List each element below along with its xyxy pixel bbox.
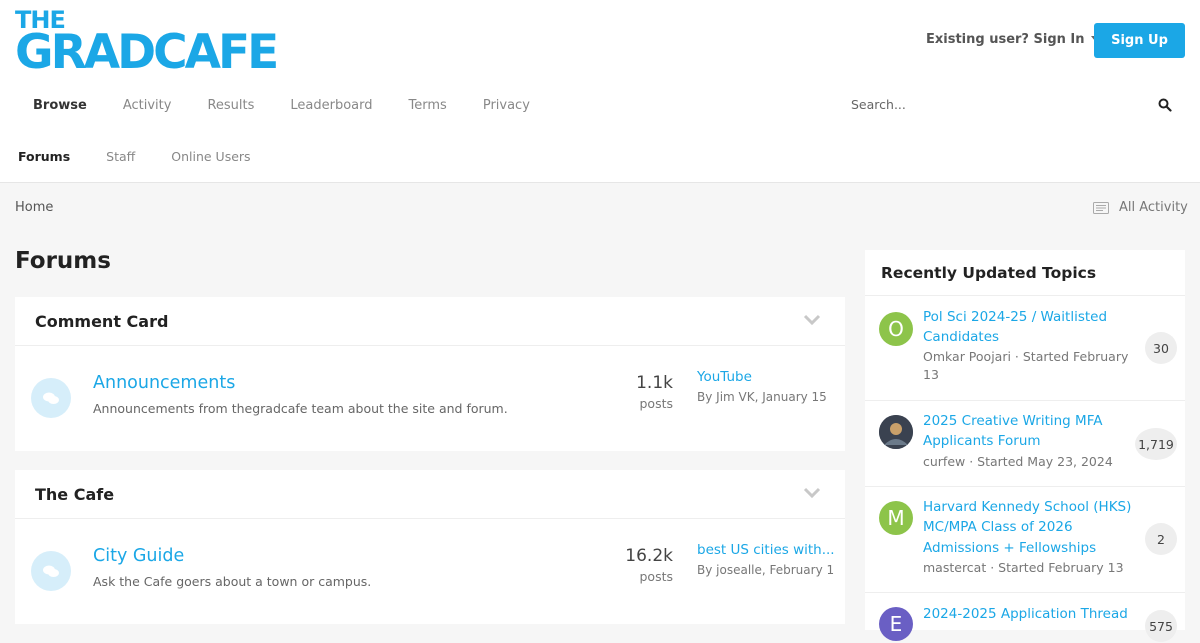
sign-in-label: Existing user? Sign In	[926, 32, 1085, 47]
topic-item: 2025 Creative Writing MFA Applicants For…	[865, 401, 1185, 487]
chevron-down-icon[interactable]	[803, 314, 821, 326]
avatar[interactable]: M	[879, 501, 913, 535]
avatar[interactable]	[879, 415, 913, 449]
nav-activity[interactable]: Activity	[105, 86, 190, 125]
sign-up-button[interactable]: Sign Up	[1094, 23, 1185, 58]
post-count-value: 1.1k	[636, 373, 673, 393]
nav-terms[interactable]: Terms	[391, 86, 465, 125]
nav-results[interactable]: Results	[189, 86, 272, 125]
page-title: Forums	[15, 248, 111, 274]
topic-item: O Pol Sci 2024-25 / Waitlisted Candidate…	[865, 296, 1185, 401]
avatar[interactable]: O	[879, 312, 913, 346]
user-photo-icon	[879, 415, 913, 449]
subnav-staff[interactable]: Staff	[88, 143, 153, 170]
forum-description: Ask the Cafe goers about a town or campu…	[93, 574, 372, 589]
section-title: The Cafe	[35, 484, 115, 504]
last-post-byline: By josealle, February 1	[697, 563, 835, 577]
reply-count-badge: 2	[1145, 523, 1177, 555]
widget-title: Recently Updated Topics	[865, 250, 1185, 296]
post-count-value: 16.2k	[625, 546, 673, 566]
nav-privacy[interactable]: Privacy	[465, 86, 548, 125]
forum-row: Announcements Announcements from thegrad…	[15, 346, 845, 451]
main-nav: Browse Activity Results Leaderboard Term…	[15, 86, 548, 125]
last-post: YouTube By Jim VK, January 15	[697, 369, 842, 406]
subnav-forums[interactable]: Forums	[0, 143, 88, 170]
reply-count-badge: 575	[1145, 610, 1177, 642]
topic-title[interactable]: Harvard Kennedy School (HKS) MC/MPA Clas…	[923, 497, 1138, 558]
post-count-label: posts	[639, 396, 673, 411]
topic-meta: mastercat · Started February 13	[923, 560, 1124, 575]
topic-title[interactable]: Pol Sci 2024-25 / Waitlisted Candidates	[923, 307, 1138, 348]
topic-meta: Omkar Poojari · Started February 13	[923, 349, 1129, 383]
topic-title[interactable]: 2025 Creative Writing MFA Applicants For…	[923, 411, 1138, 452]
topic-title[interactable]: 2024-2025 Application Thread	[923, 604, 1138, 624]
section-header: The Cafe	[15, 470, 845, 519]
site-header: THE GRADCAFE Existing user? Sign In Sign…	[0, 0, 1200, 183]
forum-row: City Guide Ask the Cafe goers about a to…	[15, 519, 845, 624]
search-icon[interactable]	[1158, 98, 1172, 112]
breadcrumb-home[interactable]: Home	[15, 200, 53, 215]
gradcafe-logo[interactable]: THE GRADCAFE	[15, 8, 279, 80]
reply-count-badge: 1,719	[1135, 428, 1177, 460]
last-post-byline: By Jim VK, January 15	[697, 390, 827, 404]
avatar[interactable]: E	[879, 607, 913, 641]
forum-section-the-cafe: The Cafe City Guide Ask the Cafe goers a…	[15, 470, 845, 624]
post-count: 1.1k posts	[636, 373, 673, 411]
topic-item: E 2024-2025 Application Thread 575	[865, 593, 1185, 643]
activity-feed-icon	[1093, 201, 1109, 214]
forum-section-comment-card: Comment Card Announcements Announcements…	[15, 297, 845, 451]
forum-title[interactable]: Announcements	[93, 373, 235, 393]
sign-in-link[interactable]: Existing user? Sign In	[926, 32, 1099, 47]
last-post-title[interactable]: best US cities with...	[697, 542, 842, 558]
topic-meta: curfew · Started May 23, 2024	[923, 454, 1113, 469]
nav-browse[interactable]: Browse	[15, 86, 105, 125]
reply-count-badge: 30	[1145, 332, 1177, 364]
last-post: best US cities with... By josealle, Febr…	[697, 542, 842, 579]
nav-leaderboard[interactable]: Leaderboard	[272, 86, 390, 125]
chat-bubbles-icon	[31, 551, 71, 591]
subnav-online-users[interactable]: Online Users	[153, 143, 268, 170]
chat-bubbles-icon	[31, 378, 71, 418]
search-input[interactable]: Search...	[851, 97, 1176, 117]
last-post-title[interactable]: YouTube	[697, 369, 842, 385]
chevron-down-icon[interactable]	[803, 487, 821, 499]
forum-title[interactable]: City Guide	[93, 546, 184, 566]
forum-description: Announcements from thegradcafe team abou…	[93, 401, 508, 416]
all-activity-link[interactable]: All Activity	[1093, 200, 1188, 215]
logo-line2: GRADCAFE	[15, 25, 279, 80]
search-placeholder: Search...	[851, 97, 906, 112]
section-header: Comment Card	[15, 297, 845, 346]
post-count-label: posts	[639, 569, 673, 584]
sub-nav: Forums Staff Online Users	[0, 143, 269, 170]
section-title: Comment Card	[35, 311, 169, 331]
topic-item: M Harvard Kennedy School (HKS) MC/MPA Cl…	[865, 487, 1185, 593]
recent-topics-widget: Recently Updated Topics O Pol Sci 2024-2…	[865, 250, 1185, 642]
post-count: 16.2k posts	[625, 546, 673, 584]
all-activity-label: All Activity	[1119, 200, 1188, 215]
